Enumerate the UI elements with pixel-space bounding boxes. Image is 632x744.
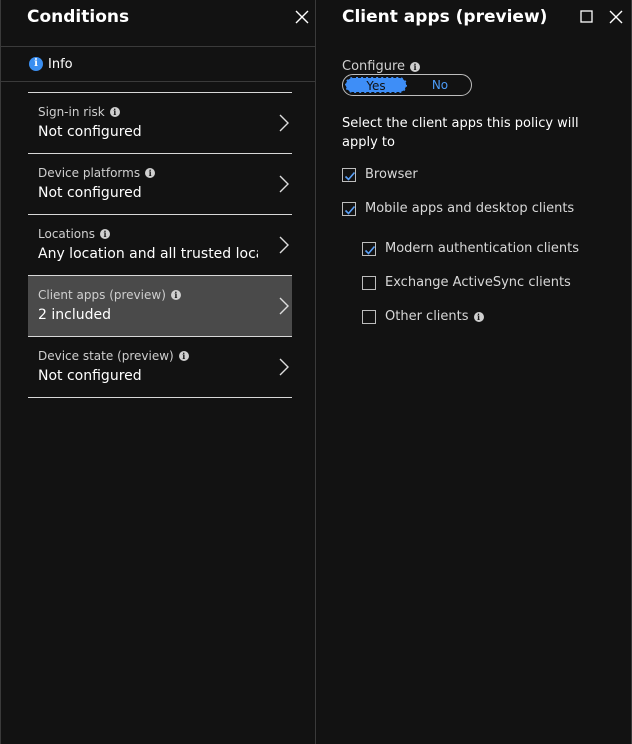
- info-icon[interactable]: i: [178, 351, 189, 361]
- condition-label: Sign-in risk i: [38, 105, 120, 119]
- client-apps-blade: Client apps (preview) Configure i Yes No …: [317, 0, 632, 744]
- condition-value: Not configured: [38, 368, 142, 384]
- client-apps-close-button[interactable]: [607, 8, 625, 26]
- checkbox[interactable]: [362, 276, 376, 290]
- close-icon: [607, 8, 625, 26]
- condition-label: Locations i: [38, 227, 111, 241]
- checkbox-label: Exchange ActiveSync clients: [385, 275, 571, 290]
- conditions-title: Conditions: [27, 7, 130, 27]
- checkbox[interactable]: [362, 242, 376, 256]
- checkbox-label: Other clients i: [385, 309, 484, 324]
- chevron-right-icon: [279, 236, 289, 254]
- maximize-button[interactable]: [578, 8, 596, 26]
- close-icon: [293, 8, 311, 26]
- info-icon[interactable]: i: [145, 168, 156, 178]
- checkbox-label: Modern authentication clients: [385, 241, 580, 256]
- info-icon[interactable]: i: [100, 229, 111, 239]
- configure-toggle[interactable]: Yes No: [342, 74, 472, 96]
- chevron-right-icon: [279, 175, 289, 193]
- condition-value: Any location and all trusted locat...: [38, 246, 258, 262]
- chevron-right-icon: [279, 358, 289, 376]
- condition-locations[interactable]: Locations i Any location and all trusted …: [28, 215, 292, 276]
- conditions-close-button[interactable]: [293, 8, 311, 26]
- checkbox[interactable]: [342, 168, 356, 182]
- info-icon[interactable]: i: [109, 107, 120, 117]
- condition-device-platforms[interactable]: Device platforms i Not configured: [28, 154, 292, 215]
- condition-sign-in-risk[interactable]: Sign-in risk i Not configured: [28, 93, 292, 154]
- chevron-right-icon: [279, 297, 289, 315]
- info-label: Info: [48, 57, 73, 72]
- checkbox[interactable]: [342, 202, 356, 216]
- condition-value: 2 included: [38, 307, 111, 323]
- condition-label: Device platforms i: [38, 166, 156, 180]
- condition-client-apps[interactable]: Client apps (preview) i 2 included: [28, 276, 292, 337]
- info-icon[interactable]: i: [410, 62, 421, 72]
- toggle-no[interactable]: No: [413, 77, 467, 93]
- chevron-right-icon: [279, 114, 289, 132]
- info-icon[interactable]: i: [170, 290, 181, 300]
- info-icon[interactable]: i: [473, 312, 484, 322]
- condition-label: Device state (preview) i: [38, 349, 189, 363]
- info-bar[interactable]: i Info: [1, 46, 315, 82]
- checkbox[interactable]: [362, 310, 376, 324]
- client-apps-description: Select the client apps this policy will …: [342, 116, 579, 150]
- condition-value: Not configured: [38, 124, 142, 140]
- checkbox-label: Browser: [365, 167, 418, 182]
- condition-device-state[interactable]: Device state (preview) i Not configured: [28, 337, 292, 398]
- conditions-blade: Conditions i Info Sign-in risk i Not conf…: [0, 0, 316, 744]
- client-apps-title: Client apps (preview): [342, 7, 548, 27]
- checkbox-label: Mobile apps and desktop clients: [365, 201, 575, 216]
- configure-label: Configure i: [342, 59, 421, 74]
- condition-value: Not configured: [38, 185, 142, 201]
- condition-label: Client apps (preview) i: [38, 288, 181, 302]
- conditions-list: Sign-in risk i Not configured Device plat…: [28, 92, 292, 398]
- maximize-icon: [578, 8, 596, 26]
- toggle-yes[interactable]: Yes: [345, 77, 407, 93]
- info-icon: i: [29, 57, 43, 71]
